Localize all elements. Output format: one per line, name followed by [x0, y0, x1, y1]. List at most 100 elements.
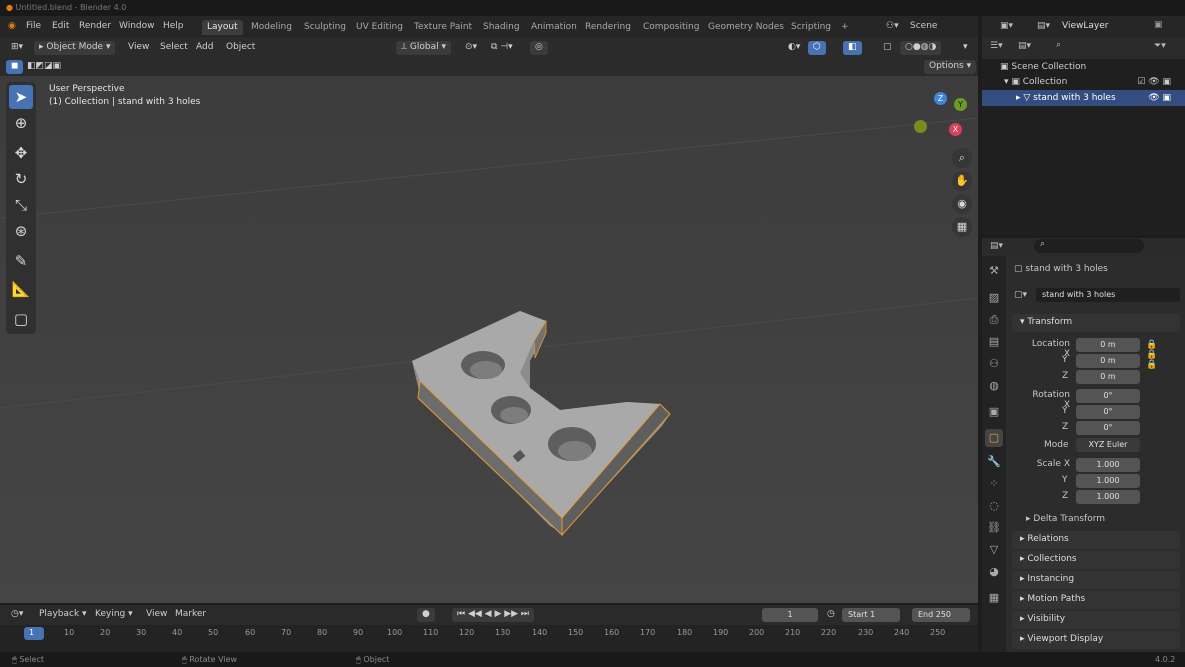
- gizmo-y-axis[interactable]: Y: [954, 98, 967, 111]
- menu-help[interactable]: Help: [163, 21, 184, 31]
- rotation-x-field[interactable]: 0°: [1076, 389, 1140, 403]
- menu-file[interactable]: File: [26, 21, 41, 31]
- viewport-canvas[interactable]: [0, 58, 978, 603]
- pivot-point-icon[interactable]: ⊙▾: [460, 41, 482, 55]
- tab-modeling[interactable]: Modeling: [246, 20, 297, 35]
- outliner-scene-collection[interactable]: ▣ Scene Collection: [982, 59, 1185, 75]
- select-cursor-icon[interactable]: ➤: [9, 85, 33, 109]
- gizmo-x-axis[interactable]: X: [949, 123, 962, 136]
- gizmo-z-axis[interactable]: Z: [934, 92, 947, 105]
- rotate-tool-icon[interactable]: ↻: [9, 167, 33, 191]
- delta-transform-header[interactable]: ▸ Delta Transform: [1026, 514, 1105, 524]
- playback-controls-icons[interactable]: ⏮ ◀◀ ◀ ▶ ▶▶ ⏭: [452, 608, 535, 622]
- outliner-collection[interactable]: ▾ ▣ Collection ☑ 👁 ▣: [982, 74, 1185, 90]
- current-frame-field[interactable]: 1: [762, 608, 818, 622]
- view-layer-options-icon[interactable]: ▣: [1154, 20, 1163, 30]
- overlay-toggle-icon[interactable]: ◧: [843, 41, 862, 55]
- render-layer-icon[interactable]: ▣▾: [1000, 21, 1013, 31]
- blender-menu-icon[interactable]: ◉: [8, 21, 16, 31]
- select-mode-icons[interactable]: ◧◩◪▣: [22, 60, 66, 74]
- view-layer-name[interactable]: ViewLayer: [1062, 21, 1108, 31]
- outliner-object-row[interactable]: ▸ ▽ stand with 3 holes 👁 ▣: [982, 90, 1185, 106]
- menu-view[interactable]: View: [123, 41, 154, 55]
- zoom-icon[interactable]: ⌕: [952, 148, 972, 168]
- constraints-tab-icon[interactable]: ⛓: [985, 519, 1003, 537]
- preview-range-icon[interactable]: ◷: [822, 608, 840, 622]
- tab-compositing[interactable]: Compositing: [638, 20, 704, 35]
- transform-panel-header[interactable]: ▾ Transform: [1012, 314, 1180, 332]
- tab-layout[interactable]: Layout: [202, 20, 243, 35]
- data-tab-icon[interactable]: ▽: [985, 541, 1003, 559]
- properties-search-input[interactable]: ⌕: [1034, 239, 1144, 253]
- tab-uv-editing[interactable]: UV Editing: [351, 20, 408, 35]
- options-dropdown[interactable]: Options ▾: [924, 60, 977, 74]
- menu-window[interactable]: Window: [119, 21, 155, 31]
- material-tab-icon[interactable]: ◕: [985, 563, 1003, 581]
- output-tab-icon[interactable]: ⎙: [985, 311, 1003, 329]
- move-tool-icon[interactable]: ✥: [9, 141, 33, 165]
- tab-rendering[interactable]: Rendering: [580, 20, 636, 35]
- physics-tab-icon[interactable]: ◌: [985, 497, 1003, 515]
- menu-edit[interactable]: Edit: [52, 21, 69, 31]
- lock-location-icons[interactable]: 🔒 🔒 🔒: [1146, 340, 1157, 370]
- tab-shading[interactable]: Shading: [478, 20, 525, 35]
- snap-icon[interactable]: ⧉ ⊣▾: [486, 41, 518, 55]
- timeline-editor-icon[interactable]: ◷▾: [6, 608, 28, 622]
- collection-visibility-icons[interactable]: ☑ 👁 ▣: [1137, 77, 1171, 87]
- object-tab-icon[interactable]: ▢: [985, 429, 1003, 447]
- shading-options-icon[interactable]: ▾: [958, 41, 973, 55]
- playback-menu[interactable]: Playback ▾: [34, 608, 92, 622]
- add-workspace-icon[interactable]: +: [836, 20, 854, 35]
- rotation-mode-select[interactable]: XYZ Euler: [1076, 438, 1140, 452]
- rotation-y-field[interactable]: 0°: [1076, 405, 1140, 419]
- scene-tab-icon[interactable]: ⚇: [985, 355, 1003, 373]
- record-icon[interactable]: ●: [417, 608, 435, 622]
- scene-name[interactable]: Scene: [910, 21, 937, 31]
- add-cube-tool-icon[interactable]: ▢: [9, 307, 33, 331]
- render-tab-icon[interactable]: ▨: [985, 289, 1003, 307]
- scale-z-field[interactable]: 1.000: [1076, 490, 1140, 504]
- location-x-field[interactable]: 0 m: [1076, 338, 1140, 352]
- timeline-ruler[interactable]: 1 10 20 30 40 50 60 70 80 90 100 110 120…: [0, 625, 978, 652]
- motion-paths-panel-header[interactable]: ▸ Motion Paths: [1012, 591, 1180, 609]
- tab-geometry-nodes[interactable]: Geometry Nodes: [703, 20, 789, 35]
- view-layer-icon[interactable]: ▤▾: [1037, 21, 1050, 31]
- location-y-field[interactable]: 0 m: [1076, 354, 1140, 368]
- texture-tab-icon[interactable]: ▦: [985, 589, 1003, 607]
- gizmo-toggle-icon[interactable]: ⬡: [808, 41, 826, 55]
- outliner-search-icon[interactable]: ⌕: [1056, 40, 1061, 50]
- cursor-tool-icon[interactable]: ⊕: [9, 111, 33, 135]
- end-frame-field[interactable]: End 250: [912, 608, 970, 622]
- keying-menu[interactable]: Keying ▾: [90, 608, 138, 622]
- timeline-view-menu[interactable]: View: [141, 608, 172, 622]
- shading-modes-icon[interactable]: ○●◍◑: [900, 41, 942, 55]
- menu-add[interactable]: Add: [191, 41, 218, 55]
- view-layer-tab-icon[interactable]: ▤: [985, 333, 1003, 351]
- visibility-icon[interactable]: ◐▾: [783, 41, 805, 55]
- object-name-field[interactable]: stand with 3 holes: [1036, 288, 1180, 302]
- filter-icon[interactable]: ⏷▾: [1154, 41, 1166, 51]
- collections-panel-header[interactable]: ▸ Collections: [1012, 551, 1180, 569]
- location-z-field[interactable]: 0 m: [1076, 370, 1140, 384]
- menu-object[interactable]: Object: [221, 41, 260, 55]
- object-type-icon[interactable]: ▢▾: [1014, 290, 1027, 300]
- mode-select[interactable]: ▸ Object Mode ▾: [34, 41, 116, 55]
- instancing-panel-header[interactable]: ▸ Instancing: [1012, 571, 1180, 589]
- viewport-display-panel-header[interactable]: ▸ Viewport Display: [1012, 631, 1180, 649]
- world-tab-icon[interactable]: ◍: [985, 377, 1003, 395]
- transform-orientation-select[interactable]: ⟂ Global ▾: [396, 41, 451, 55]
- modifier-tab-icon[interactable]: 🔧: [985, 453, 1003, 471]
- transform-tool-icon[interactable]: ⊛: [9, 219, 33, 243]
- scene-icon[interactable]: ⚇▾: [886, 21, 899, 31]
- particles-tab-icon[interactable]: ⁘: [985, 475, 1003, 493]
- tab-sculpting[interactable]: Sculpting: [299, 20, 351, 35]
- select-box-mode-icon[interactable]: ◼: [6, 60, 24, 74]
- xray-icon[interactable]: ▢: [878, 41, 897, 55]
- scale-y-field[interactable]: 1.000: [1076, 474, 1140, 488]
- properties-editor-icon[interactable]: ▤▾: [990, 241, 1003, 251]
- menu-render[interactable]: Render: [79, 21, 111, 31]
- tool-tab-icon[interactable]: ⚒: [985, 262, 1003, 280]
- display-mode-icon[interactable]: ▤▾: [1018, 41, 1031, 51]
- pan-hand-icon[interactable]: ✋: [952, 171, 972, 191]
- scale-tool-icon[interactable]: ⤡: [9, 193, 33, 217]
